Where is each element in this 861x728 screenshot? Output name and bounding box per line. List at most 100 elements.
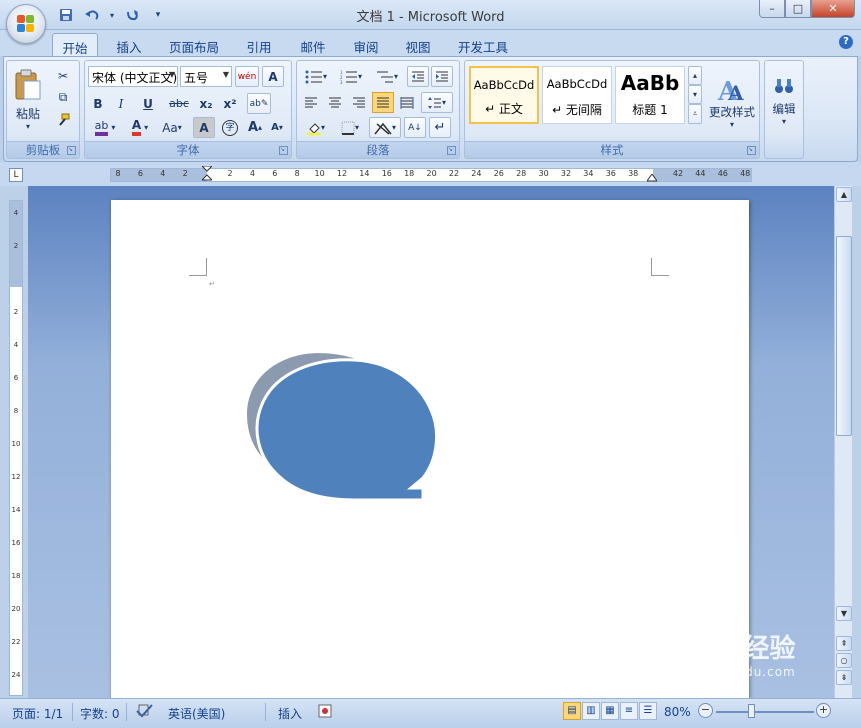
outline-view-icon[interactable]: ≡ <box>620 702 638 720</box>
right-indent-marker-icon[interactable] <box>647 174 657 182</box>
tab-insert[interactable]: 插入 <box>106 33 152 56</box>
font-name-field[interactable]: 宋体 (中文正文) ▼ <box>88 66 178 87</box>
word-count[interactable]: 字数: 0 <box>80 705 120 722</box>
zoom-slider[interactable] <box>716 711 814 713</box>
tab-developer[interactable]: 开发工具 <box>450 33 516 56</box>
tab-home[interactable]: 开始 <box>52 33 98 56</box>
insert-mode[interactable]: 插入 <box>278 705 302 722</box>
show-marks-icon[interactable]: ↵ <box>429 117 451 138</box>
shading-icon[interactable]: ▾ <box>300 117 332 138</box>
tab-review[interactable]: 审阅 <box>343 33 389 56</box>
tab-selector-icon[interactable]: L <box>9 168 23 182</box>
web-layout-view-icon[interactable]: ▦ <box>601 702 619 720</box>
font-color-button[interactable]: A ▾ <box>125 117 155 138</box>
style-no-spacing[interactable]: AaBbCcDd ↵ 无间隔 <box>542 66 612 124</box>
ruler-tick-label: 8 <box>115 169 121 178</box>
draft-view-icon[interactable]: ☰ <box>639 702 657 720</box>
proofing-icon[interactable] <box>136 703 154 722</box>
copy-icon[interactable]: ⧉ <box>53 87 73 108</box>
decrease-indent-icon[interactable] <box>407 66 429 87</box>
change-case-button[interactable]: Aa ▾ <box>157 117 187 138</box>
justify-icon[interactable] <box>372 92 394 113</box>
print-layout-view-icon[interactable]: ▤ <box>563 702 581 720</box>
bullets-icon[interactable]: ▾ <box>300 66 332 87</box>
language[interactable]: 英语(美国) <box>168 705 225 722</box>
shrink-font-button[interactable]: A ▾ <box>267 117 287 138</box>
gallery-scroll-down-icon[interactable]: ▾ <box>688 85 702 104</box>
paste-dropdown-icon: ▾ <box>25 122 30 131</box>
scroll-down-icon[interactable]: ▼ <box>836 606 852 621</box>
align-right-icon[interactable] <box>348 92 370 113</box>
style-normal[interactable]: AaBbCcDd ↵ 正文 <box>469 66 539 124</box>
scrollbar-thumb[interactable] <box>836 236 852 436</box>
maximize-button[interactable]: □ <box>785 0 811 18</box>
font-size-field[interactable]: 五号 ▼ <box>180 66 232 87</box>
paragraph-launcher-icon[interactable]: ↘ <box>447 146 456 155</box>
tab-references[interactable]: 引用 <box>236 33 282 56</box>
enclose-char-button[interactable]: 字 <box>219 117 241 138</box>
subscript-button[interactable]: x₂ <box>195 93 217 114</box>
zoom-in-icon[interactable]: + <box>816 703 831 718</box>
scroll-up-icon[interactable]: ▲ <box>836 187 852 202</box>
macro-record-icon[interactable] <box>318 704 332 721</box>
char-shading-button[interactable]: A <box>193 117 215 138</box>
zoom-level[interactable]: 80% <box>664 705 691 719</box>
change-styles-button[interactable]: A A 更改样式 ▾ <box>705 63 759 139</box>
multilevel-list-icon[interactable]: ▾ <box>371 66 403 87</box>
char-border-button[interactable]: A <box>262 66 284 87</box>
gallery-more-icon[interactable]: ⩡ <box>688 104 702 124</box>
highlight-button[interactable]: ab ▾ <box>88 117 122 138</box>
bold-button[interactable]: B <box>88 93 108 114</box>
minimize-button[interactable]: – <box>759 0 785 18</box>
underline-button[interactable]: U <box>135 93 161 114</box>
speech-bubble-shape[interactable] <box>241 348 461 528</box>
paste-button[interactable]: 粘贴 ▾ <box>11 63 45 137</box>
tab-page-layout[interactable]: 页面布局 <box>162 33 226 56</box>
page-count[interactable]: 页面: 1/1 <box>12 705 63 722</box>
clipboard-group: 粘贴 ▾ ✂ ⧉ 剪贴板 ↘ <box>6 60 80 159</box>
line-spacing-icon[interactable]: ▾ <box>421 92 453 113</box>
format-painter-icon[interactable] <box>53 109 73 130</box>
zoom-out-icon[interactable]: − <box>698 703 713 718</box>
superscript-button[interactable]: x² <box>219 93 241 114</box>
font-name-value: 宋体 (中文正文) <box>92 71 178 85</box>
help-icon[interactable]: ? <box>839 35 853 49</box>
tab-view[interactable]: 视图 <box>395 33 441 56</box>
distributed-icon[interactable] <box>396 92 418 113</box>
italic-button[interactable]: I <box>111 93 131 114</box>
gallery-scroll-up-icon[interactable]: ▴ <box>688 66 702 85</box>
sort-icon[interactable]: A↓ <box>404 117 426 138</box>
font-launcher-icon[interactable]: ↘ <box>279 146 288 155</box>
document-page[interactable]: ↵ <box>111 200 749 698</box>
chinese-layout-icon[interactable]: ▾ <box>369 117 401 138</box>
ruler-tick-label: 2 <box>182 169 188 178</box>
numbering-icon[interactable]: 123 ▾ <box>335 66 367 87</box>
vertical-ruler[interactable]: 4 2 2 4 6 8 10 12 14 16 18 20 22 24 <box>9 200 23 696</box>
horizontal-ruler[interactable]: 8 6 4 2 2 4 6 8 10 12 14 16 18 20 22 24 26 28 30 32 34 36 38 42… <box>110 166 752 182</box>
vertical-scrollbar[interactable]: ▲ ▼ ⇞ ○ ⇟ <box>834 186 852 698</box>
font-color-label: A <box>131 119 142 136</box>
ruler-tick-label: 24 <box>471 169 482 178</box>
borders-icon[interactable]: ▾ <box>335 117 365 138</box>
full-screen-reading-view-icon[interactable]: ▥ <box>582 702 600 720</box>
ruler-row: L 8 6 4 2 2 4 6 8 10 12 14 16 18 20 22 24 26 28 30 32 34 36 38… <box>0 162 861 186</box>
window-title: 文档 1 - Microsoft Word <box>356 10 505 25</box>
align-center-icon[interactable] <box>324 92 346 113</box>
cut-icon[interactable]: ✂ <box>53 65 73 86</box>
styles-launcher-icon[interactable]: ↘ <box>747 146 756 155</box>
office-button[interactable] <box>6 4 46 44</box>
increase-indent-icon[interactable] <box>431 66 453 87</box>
grow-font-button[interactable]: A ▴ <box>245 117 265 138</box>
style-heading-1[interactable]: AaBb 标题 1 <box>615 66 685 124</box>
watermark-sub: jingyan.baidu.com <box>668 665 796 679</box>
clipboard-launcher-icon[interactable]: ↘ <box>67 146 76 155</box>
phonetic-guide-button[interactable]: wén <box>235 66 259 87</box>
clear-formatting-button[interactable]: ab✎ <box>247 93 271 114</box>
zoom-slider-thumb[interactable] <box>748 704 755 718</box>
strikethrough-button[interactable]: abc <box>165 93 193 114</box>
align-left-icon[interactable] <box>300 92 322 113</box>
indent-marker-icon[interactable] <box>202 166 212 182</box>
tab-mailings[interactable]: 邮件 <box>290 33 336 56</box>
close-button[interactable]: ✕ <box>811 0 855 18</box>
editing-button[interactable]: 编辑 ▾ <box>767 63 801 139</box>
